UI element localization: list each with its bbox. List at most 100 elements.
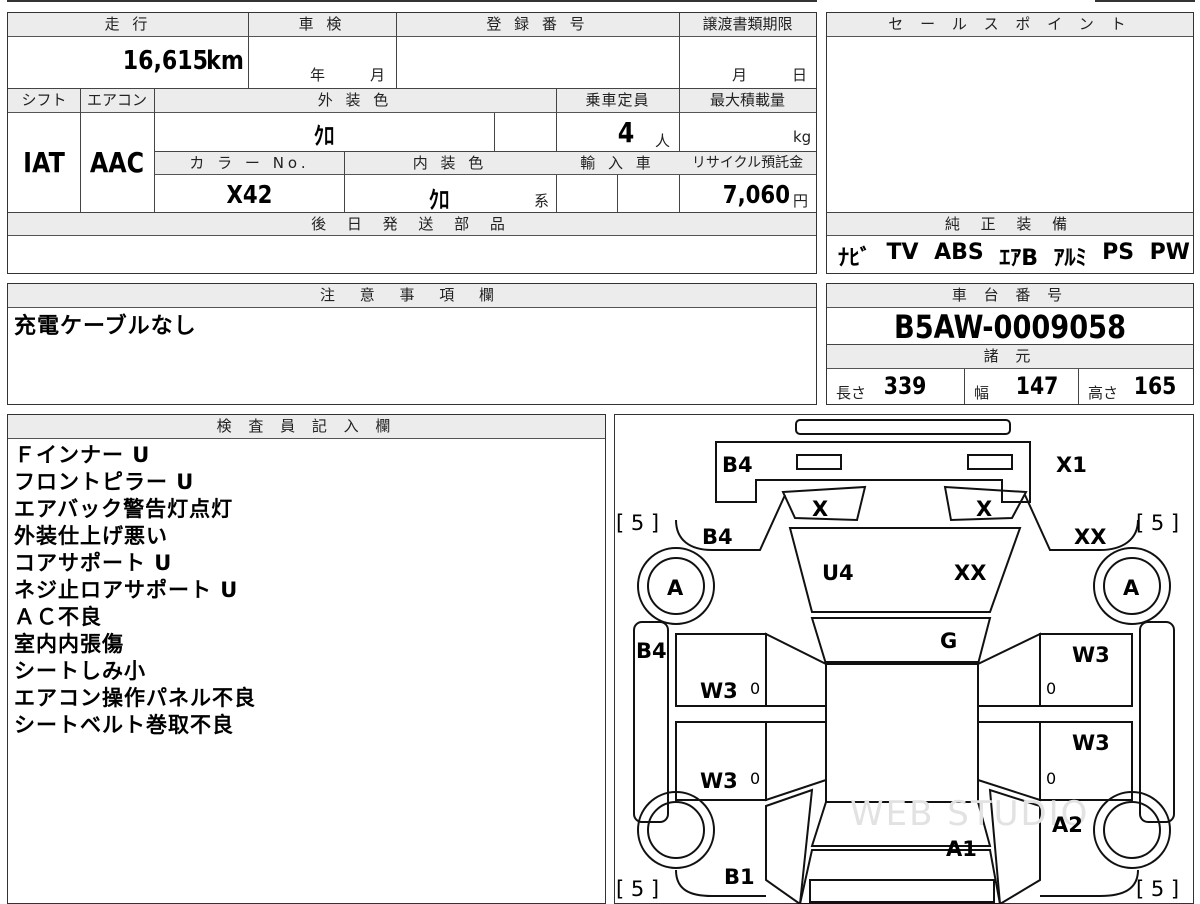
inspector-note: コアサポート U [14, 551, 173, 575]
aircon-header: エアコン [80, 89, 154, 113]
mark-bracket-tr: [ 5 ] [1136, 511, 1179, 535]
specs-header: 諸 元 [827, 345, 1193, 369]
interior-color-header: 内 装 色 [344, 152, 556, 175]
wheel-rear-left [637, 791, 715, 869]
equipment-item: PW [1149, 240, 1190, 265]
divider [344, 151, 345, 212]
mark-zero-rf: 0 [1046, 679, 1056, 698]
equipment-item: ABS [934, 240, 984, 265]
equipment-item: ﾅﾋﾞ [838, 246, 872, 271]
aircon-value: AAC [89, 146, 145, 179]
inspector-note: Ｆインナー U [14, 443, 151, 467]
chassis-header: 車 台 番 号 [827, 284, 1193, 308]
mark-a-right: A [1123, 576, 1140, 600]
mileage-header: 走 行 [8, 13, 248, 37]
divider [248, 13, 249, 88]
rear-plate [809, 879, 995, 903]
equipment-item: ｱﾙﾐ [1053, 246, 1087, 271]
equipment-item: TV [886, 240, 919, 265]
mileage-value: 16,615 [122, 46, 208, 76]
recycle-unit: 円 [793, 192, 809, 210]
transfer-day-unit: 日 [792, 66, 808, 84]
later-parts-header: 後 日 発 送 部 品 [8, 213, 816, 236]
front-bumper-top [795, 419, 1011, 435]
spec-length-label: 長さ [836, 384, 867, 402]
color-no-header: カ ラ ー No. [155, 152, 344, 175]
mark-b1: B1 [724, 865, 755, 889]
mileage-unit: km [206, 46, 244, 76]
mark-w3-lf: W3 [700, 679, 738, 703]
chassis-number: B5AW-0009058 [893, 308, 1127, 346]
capacity-header: 乗車定員 [556, 89, 679, 113]
mark-b4-fender: B4 [702, 525, 733, 549]
mark-bracket-bl: [ 5 ] [616, 877, 659, 901]
wheel-rear-left-inner [647, 801, 705, 859]
mark-a2: A2 [1052, 813, 1083, 837]
mark-bracket-tl: [ 5 ] [616, 511, 659, 535]
inspector-note: フロントピラー U [14, 470, 195, 494]
equipment-item: PS [1102, 240, 1135, 265]
interior-color-value: ｸﾛ [428, 186, 450, 214]
headlight-left [796, 454, 842, 470]
mark-g: G [940, 629, 957, 653]
max-load-header: 最大積載量 [679, 89, 816, 113]
divider [964, 369, 965, 404]
mark-b4-top: B4 [722, 453, 753, 477]
mark-zero-lf: 0 [750, 679, 760, 698]
mark-a1: A1 [946, 837, 977, 861]
divider [679, 13, 680, 88]
shift-header: シフト [8, 89, 80, 113]
mark-x1: X1 [1056, 453, 1087, 477]
top-strip-line [7, 0, 817, 2]
mark-xx-right: XX [1074, 525, 1106, 549]
mark-xx-hood: XX [954, 561, 986, 585]
divider [1078, 369, 1079, 404]
inspection-year-unit: 年 [310, 66, 326, 84]
inspection-header: 車 検 [248, 13, 396, 37]
mark-w3-rf: W3 [1072, 643, 1110, 667]
inspector-note: 外装仕上げ悪い [14, 524, 168, 548]
body-right-rear [1040, 869, 1139, 897]
equipment-list: ﾅﾋﾞ TV ABS ｴｱB ｱﾙﾐ PS PW [838, 240, 1190, 272]
side-bar-right [1139, 621, 1175, 823]
mark-x-left: X [812, 497, 828, 521]
quarter-left [765, 788, 814, 904]
capacity-value: 4 [617, 116, 635, 149]
inspector-note: シートしみ小 [14, 659, 146, 683]
door-right-front-inner [977, 632, 1041, 707]
wheel-rear-right-inner [1103, 801, 1161, 859]
exterior-color-value: ｸﾛ [313, 122, 335, 150]
wheel-rear-right [1093, 791, 1171, 869]
windshield [810, 617, 992, 665]
inspection-month-unit: 月 [370, 66, 386, 84]
interior-color-suffix: 系 [534, 192, 550, 210]
mark-b4-side: B4 [636, 639, 667, 663]
max-load-unit: kg [793, 128, 812, 146]
top-strip-line [1095, 0, 1195, 2]
transfer-month-unit: 月 [732, 66, 748, 84]
divider [617, 175, 618, 212]
door-left-front-inner [765, 632, 827, 707]
mark-w3-rr: W3 [1072, 731, 1110, 755]
recycle-value: 7,060 [722, 180, 790, 209]
car-diagram: WEB STUDIO B4 X1 X X [ 5 ] [ 5 ] B4 XX U… [616, 419, 1179, 904]
inspector-notes: Ｆインナー U フロントピラー U エアバック警告灯点灯 外装仕上げ悪い コアサ… [14, 442, 256, 739]
mark-x-right: X [976, 497, 992, 521]
front-panel [715, 441, 1031, 503]
headlight-right [967, 454, 1013, 470]
inspector-header: 検 査 員 記 入 欄 [8, 415, 605, 439]
caution-header: 注 意 事 項 欄 [8, 284, 816, 308]
transfer-header: 譲渡書類期限 [679, 13, 816, 37]
mark-a-left: A [667, 576, 684, 600]
spec-height-value: 165 [1133, 372, 1177, 400]
spec-width-value: 147 [1015, 372, 1059, 400]
inspector-note: シートベルト巻取不良 [14, 713, 234, 737]
divider [396, 13, 397, 88]
sales-point-header: セ ー ル ス ポ イ ン ト [827, 13, 1193, 37]
mark-zero-lr: 0 [750, 769, 760, 788]
color-no-value: X42 [226, 180, 273, 209]
import-header: 輸 入 車 [556, 152, 679, 175]
shift-value: IAT [23, 146, 65, 179]
inspector-note: エアコン操作パネル不良 [14, 686, 256, 710]
inspector-note: 室内内張傷 [14, 632, 124, 656]
